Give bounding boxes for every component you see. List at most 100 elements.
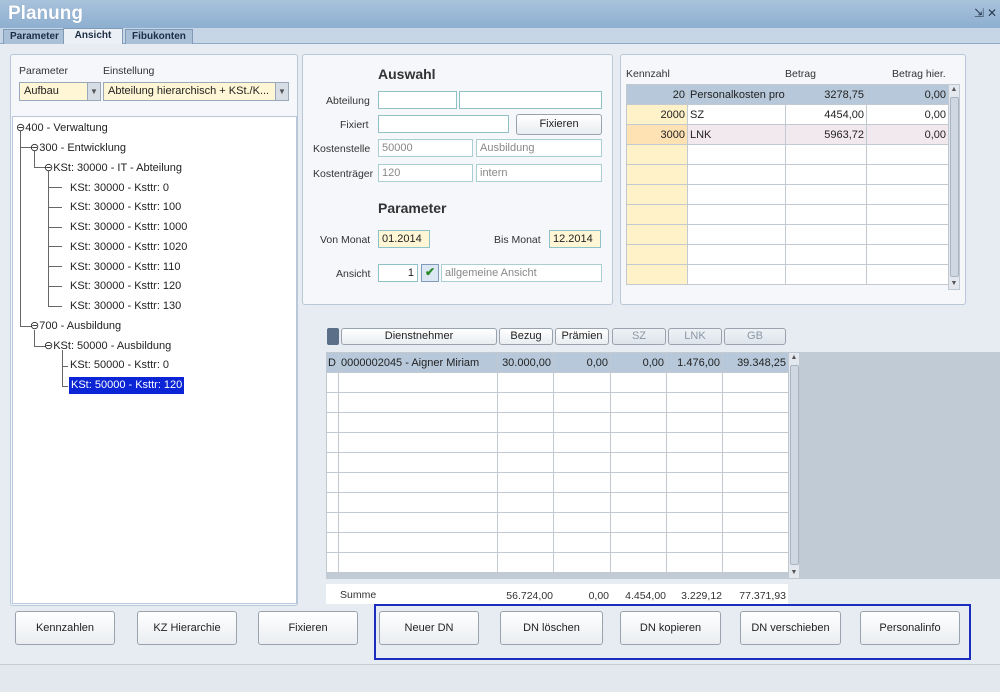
summe-bezug: 56.724,00 [506,590,553,602]
ansicht-name-field[interactable]: allgemeine Ansicht [441,264,602,282]
ansicht-label: Ansicht [336,268,371,280]
kennzahl-table: 20 Personalkosten pro 3278,75 0,00 2000 … [626,84,949,285]
close-icon[interactable]: ✕ [987,6,997,20]
von-monat-label: Von Monat [320,234,371,246]
expand-collapse-icon[interactable]: ⊖ [16,122,25,134]
trash-icon[interactable] [327,328,339,345]
scroll-thumb[interactable] [950,97,959,277]
kostenstelle-label: Kostenstelle [313,143,371,155]
ansicht-lookup-icon[interactable]: ✔ [421,264,439,282]
expand-collapse-icon[interactable]: ⊖ [30,142,39,154]
kennzahl-betrag-hier: 0,00 [866,124,949,145]
dn-row-lnk: 1.476,00 [666,352,723,373]
tree-node-kst50000-ksttr-120-selected[interactable]: KSt: 50000 - Ksttr: 120 [69,377,185,394]
scroll-thumb[interactable] [790,365,799,565]
tree-node-700-ausbildung[interactable]: ⊖700 - Ausbildung [30,319,121,333]
ansicht-number-field[interactable]: 1 [378,264,418,282]
kennzahl-betrag: 5963,72 [785,124,867,145]
kennzahl-header: Kennzahl [626,68,670,80]
kennzahl-scrollbar[interactable]: ▲ ▼ [948,84,960,290]
table-row [626,204,949,225]
chevron-down-icon: ▼ [87,83,100,100]
tree-node-300-entwicklung[interactable]: ⊖300 - Entwicklung [30,141,126,155]
kostenstelle-name-field[interactable]: Ausbildung [476,139,602,157]
neuer-dn-button[interactable]: Neuer DN [379,611,479,645]
personalinfo-button[interactable]: Personalinfo [860,611,960,645]
scroll-down-icon[interactable]: ▼ [789,568,799,578]
bis-monat-field[interactable]: 12.2014 [549,230,601,248]
minimize-icon[interactable]: ⇲ [974,6,984,20]
fixieren-top-button[interactable]: Fixieren [516,114,602,135]
tree-node-ksttr-130[interactable]: KSt: 30000 - Ksttr: 130 [70,299,181,313]
kz-hierarchie-button[interactable]: KZ Hierarchie [137,611,237,645]
tree-line [48,207,62,208]
parameter-label: Parameter [19,65,69,77]
fixiert-field[interactable] [378,115,509,133]
table-row[interactable]: 2000 SZ 4454,00 0,00 [626,104,949,125]
tab-ansicht[interactable]: Ansicht [63,28,123,44]
table-row [326,432,789,453]
tree-line [48,227,62,228]
table-row[interactable]: D 0000002045 - Aigner Miriam 30.000,00 0… [326,352,789,373]
tree-node-ksttr-0[interactable]: KSt: 30000 - Ksttr: 0 [70,181,169,195]
summe-gb: 77.371,93 [739,590,786,602]
tree-node-ksttr-110[interactable]: KSt: 30000 - Ksttr: 110 [70,260,180,274]
expand-collapse-icon[interactable]: ⊖ [44,162,53,174]
table-row [626,164,949,185]
parameter-select[interactable]: Aufbau ▼ [19,82,101,101]
auswahl-title: Auswahl [378,66,436,82]
betrag-hier-header: Betrag hier. [892,68,946,80]
scroll-down-icon[interactable]: ▼ [949,279,959,289]
summe-lnk: 3.229,12 [681,590,722,602]
tree-line [48,266,62,267]
tree-node-ksttr-1020[interactable]: KSt: 30000 - Ksttr: 1020 [70,240,187,254]
tree-node-kst-50000[interactable]: ⊖KSt: 50000 - Ausbildung [44,339,171,353]
scroll-up-icon[interactable]: ▲ [789,353,799,363]
table-row [326,492,789,513]
praemien-column-header[interactable]: Prämien [555,328,609,345]
expand-collapse-icon[interactable]: ⊖ [30,320,39,332]
tree-node-400-verwaltung[interactable]: ⊖400 - Verwaltung [16,121,108,135]
dn-verschieben-button[interactable]: DN verschieben [740,611,841,645]
kennzahl-code: 20 [626,84,688,105]
kostentraeger-code-field[interactable]: 120 [378,164,473,182]
table-row [626,144,949,165]
tree-node-ksttr-1000[interactable]: KSt: 30000 - Ksttr: 1000 [70,220,187,234]
sz-column-header[interactable]: SZ [612,328,666,345]
tree-node-ksttr-120[interactable]: KSt: 30000 - Ksttr: 120 [70,279,181,293]
kennzahl-betrag-hier: 0,00 [866,104,949,125]
gb-column-header[interactable]: GB [724,328,786,345]
dn-loeschen-button[interactable]: DN löschen [500,611,603,645]
kennzahl-code: 3000 [626,124,688,145]
kostentraeger-name-field[interactable]: intern [476,164,602,182]
tree-line [48,306,62,307]
tree-node-kst50000-ksttr-0[interactable]: KSt: 50000 - Ksttr: 0 [70,358,169,372]
table-row[interactable]: 20 Personalkosten pro 3278,75 0,00 [626,84,949,105]
dienstnehmer-column-header[interactable]: Dienstnehmer [341,328,497,345]
dn-kopieren-button[interactable]: DN kopieren [620,611,721,645]
lnk-column-header[interactable]: LNK [668,328,722,345]
einstellung-select-value: Abteilung hierarchisch + KSt./K... [108,85,270,97]
tree-node-kst-30000[interactable]: ⊖KSt: 30000 - IT - Abteilung [44,161,182,175]
tab-parameter[interactable]: Parameter [3,29,66,44]
expand-collapse-icon[interactable]: ⊖ [44,340,53,352]
einstellung-select[interactable]: Abteilung hierarchisch + KSt./K... ▼ [103,82,289,101]
von-monat-field[interactable]: 01.2014 [378,230,430,248]
tree-node-ksttr-100[interactable]: KSt: 30000 - Ksttr: 100 [70,200,181,214]
table-row [626,224,949,245]
kostentraeger-label: Kostenträger [313,168,374,180]
table-row [626,264,949,285]
fixieren-button[interactable]: Fixieren [258,611,358,645]
abteilung-name-field[interactable] [459,91,602,109]
abteilung-label: Abteilung [326,95,370,107]
dn-scrollbar[interactable]: ▲ ▼ [788,352,800,579]
abteilung-code-field[interactable] [378,91,457,109]
app-title: Planung [8,3,83,24]
table-row [326,532,789,553]
table-row[interactable]: 3000 LNK 5963,72 0,00 [626,124,949,145]
kennzahlen-button[interactable]: Kennzahlen [15,611,115,645]
bezug-column-header[interactable]: Bezug [499,328,553,345]
kostenstelle-code-field[interactable]: 50000 [378,139,473,157]
tab-fibukonten[interactable]: Fibukonten [125,29,193,44]
scroll-up-icon[interactable]: ▲ [949,85,959,95]
